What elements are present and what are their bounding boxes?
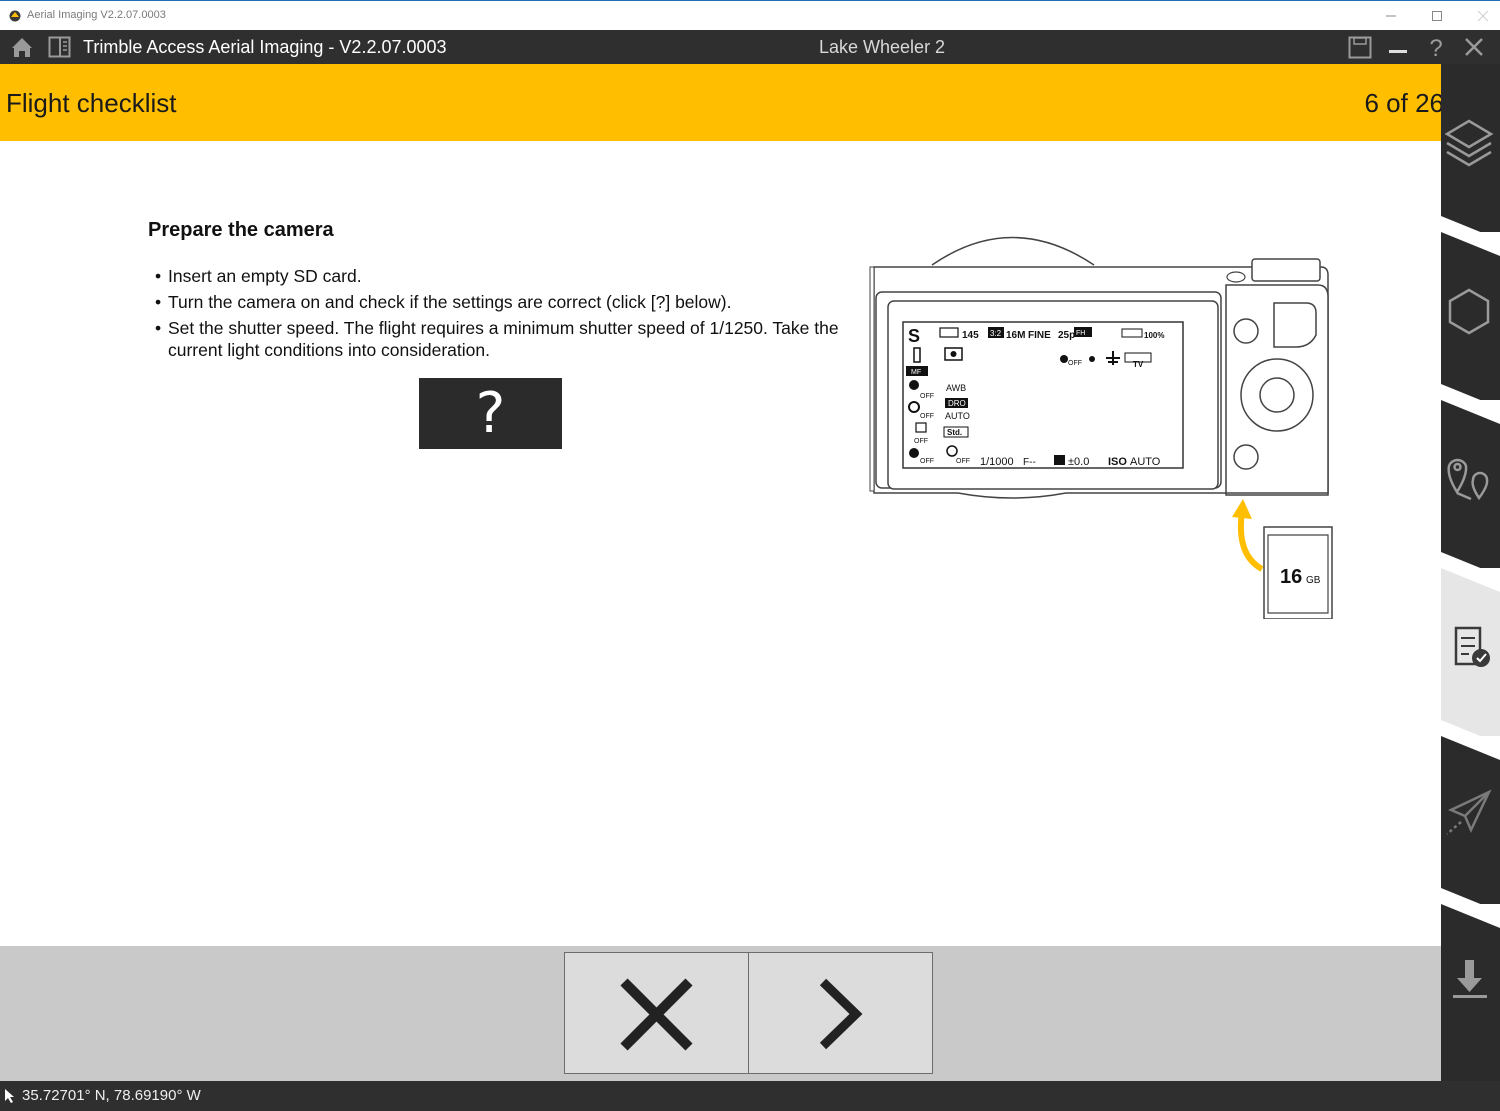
window-minimize-button[interactable] [1368,1,1414,31]
cursor-coordinates: 35.72701° N, 78.69190° W [22,1087,201,1104]
app-title: Trimble Access Aerial Imaging - V2.2.07.… [83,37,447,57]
step-counter: 6 of 26 [1364,88,1442,118]
home-icon [12,38,32,57]
save-icon [1348,36,1372,59]
close-icon [1465,38,1483,56]
list-item: • Turn the camera on and check if the set… [155,292,732,312]
side-tab-flight[interactable] [1441,736,1500,904]
image-size: 16M [1006,330,1025,341]
list-item: • Set the shutter speed. The flight requi… [155,318,839,360]
side-tab-locations[interactable] [1441,400,1500,568]
quality: FINE [1028,330,1051,341]
bullet: • [155,266,162,286]
movie-format: 25p [1058,330,1075,341]
app-logo-icon [9,10,21,22]
step-heading: Prepare the camera [148,219,334,241]
minimize-icon [1389,50,1407,53]
shots-remaining: 145 [962,330,979,341]
close-app-button[interactable] [1456,30,1492,64]
maximize-icon [1432,11,1442,21]
instruction-list: • Insert an empty SD card. • Turn the came… [155,265,845,365]
project-name: Lake Wheeler 2 [819,37,946,57]
window-close-button[interactable] [1460,1,1500,31]
side-tab-layers[interactable] [1441,64,1500,232]
pointer-icon [5,1089,14,1103]
movie-badge: FH [1076,330,1085,337]
minimize-app-button[interactable] [1380,30,1416,64]
aperture-readout: F-- [1023,457,1036,468]
checklist-title: Flight checklist [6,88,177,118]
svg-text:OFF: OFF [920,393,934,400]
svg-text:OFF: OFF [956,458,970,465]
panel-toggle-button[interactable] [42,30,78,64]
shutter-speed-readout: 1/1000 [980,456,1014,468]
camera-settings-help-button[interactable]: ? [419,378,562,449]
svg-text:OFF: OFF [920,413,934,420]
list-item: • Insert an empty SD card. [155,266,362,286]
panel-toggle-icon [48,36,71,58]
sd-card-size: 16 [1280,566,1302,588]
exposure-compensation: ±0.0 [1068,456,1089,468]
action-bar [0,946,1442,1081]
svg-text:OFF: OFF [1068,360,1082,367]
help-header-button[interactable]: ? [1418,30,1454,64]
focus-mode: MF [911,369,921,376]
save-button[interactable] [1342,30,1378,64]
sd-card-unit: GB [1306,575,1321,586]
window-maximize-button[interactable] [1414,1,1460,31]
svg-text:OFF: OFF [920,458,934,465]
white-balance: AWB [946,383,966,393]
side-tab-download[interactable] [1441,904,1500,1081]
cancel-button[interactable] [564,952,749,1074]
window-titlebar: Aerial Imaging V2.2.07.0003 [0,0,1500,30]
help-icon: ? [1429,35,1442,62]
battery-level: 100% [1144,331,1164,340]
svg-text:OFF: OFF [914,438,928,445]
next-button[interactable] [748,952,933,1074]
tv-label: TV [1133,360,1144,369]
dro-value: AUTO [945,411,970,421]
side-nav [1441,64,1500,1081]
close-icon [1477,10,1489,22]
window-title: Aerial Imaging V2.2.07.0003 [27,9,166,21]
status-bar: 35.72701° N, 78.69190° W [0,1081,1500,1111]
aspect-ratio: 3:2 [990,329,1002,338]
side-tab-area[interactable] [1441,232,1500,400]
creative-style: Std. [947,428,962,437]
close-x-icon [620,978,693,1051]
bullet: • [155,318,162,338]
side-tab-checklist[interactable] [1441,568,1500,736]
svg-text:?: ? [1429,35,1442,62]
minimize-icon [1386,15,1396,17]
checklist-banner: Flight checklist 6 of 26 [0,64,1442,141]
chevron-right-icon [819,978,863,1050]
camera-mode: S [908,326,920,346]
home-button[interactable] [4,30,40,64]
app-header: Trimble Access Aerial Imaging - V2.2.07.… [0,30,1500,64]
dro-badge: DRO [948,399,966,408]
bullet: • [155,292,162,312]
checklist-content: Prepare the camera • Insert an empty SD c… [0,141,1442,946]
iso-label: ISO [1108,456,1127,468]
camera-illustration: S 145 3:2 16M FINE 25p FH 100% MF AWB DR… [869,236,1333,619]
iso-value: AUTO [1130,456,1161,468]
